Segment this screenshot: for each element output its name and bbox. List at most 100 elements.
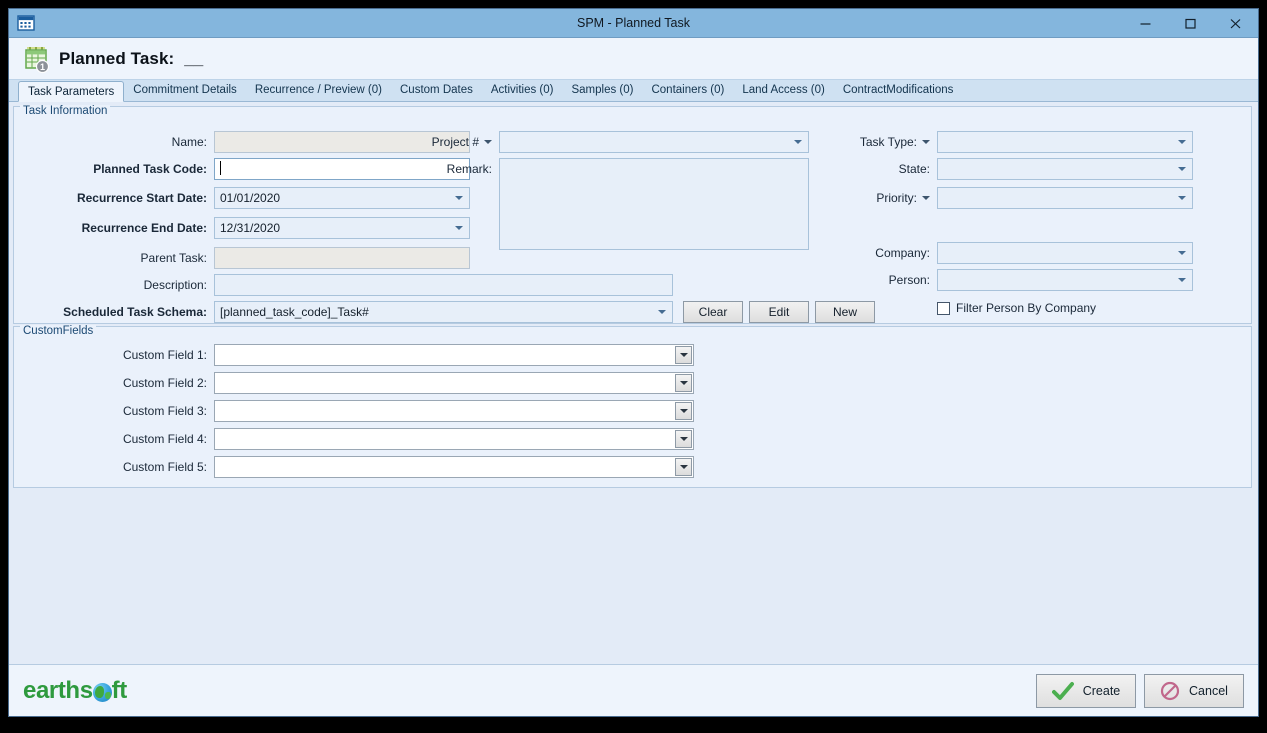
chevron-down-icon[interactable] [658,310,666,314]
minimize-button[interactable] [1123,9,1168,37]
chevron-down-icon[interactable] [484,140,492,144]
form-body: Task Information Name: Planned Task Code… [9,102,1258,664]
logo-text-part2: ft [112,677,127,705]
task-information-group-title: Task Information [20,105,110,118]
chevron-down-icon[interactable] [922,196,930,200]
scheduled-task-schema-label: Scheduled Task Schema: [14,305,214,319]
cancel-button-label: Cancel [1189,684,1228,698]
cancel-button[interactable]: Cancel [1144,674,1244,708]
scheduled-task-schema-value: [planned_task_code]_Task# [220,305,369,319]
chevron-down-icon[interactable] [1178,278,1186,282]
field-row-parent-task: Parent Task: [14,247,470,269]
chevron-down-icon[interactable] [1178,251,1186,255]
custom-field-4-input[interactable] [214,428,694,450]
project-number-input[interactable] [499,131,809,153]
window-title-text: SPM - Planned Task [9,16,1258,30]
custom-field-1-input[interactable] [214,344,694,366]
recurrence-end-date-label: Recurrence End Date: [14,221,214,235]
planned-task-calendar-icon: 1 [21,44,51,74]
field-row-company: Company: [829,242,1193,264]
scheduled-task-schema-input[interactable]: [planned_task_code]_Task# [214,301,673,323]
chevron-down-icon[interactable] [675,402,692,420]
chevron-down-icon[interactable] [1178,167,1186,171]
tab-custom-dates[interactable]: Custom Dates [391,80,482,101]
create-button[interactable]: Create [1036,674,1136,708]
priority-label[interactable]: Priority: [829,191,937,205]
field-row-state: State: [829,158,1193,180]
chevron-down-icon[interactable] [794,140,802,144]
earthsoft-logo: earths ft [23,677,127,705]
close-button[interactable] [1213,9,1258,37]
checkbox-box-icon[interactable] [937,302,950,315]
window-title-bar[interactable]: SPM - Planned Task [9,9,1258,38]
chevron-down-icon[interactable] [675,346,692,364]
state-input[interactable] [937,158,1193,180]
project-number-label-text: Project # [432,135,479,149]
task-type-input[interactable] [937,131,1193,153]
field-row-name: Name: [14,131,470,153]
chevron-down-icon[interactable] [1178,140,1186,144]
tab-contract-modifications[interactable]: ContractModifications [834,80,963,101]
description-input[interactable] [214,274,673,296]
field-row-recurrence-start-date: Recurrence Start Date: 01/01/2020 [14,187,470,209]
field-row-custom-field-2: Custom Field 2: [14,372,694,394]
checkmark-icon [1052,681,1074,701]
logo-text-part1: earths [23,677,93,705]
custom-field-4-label: Custom Field 4: [14,432,214,446]
filter-person-by-company-checkbox[interactable]: Filter Person By Company [937,301,1096,315]
custom-field-3-input[interactable] [214,400,694,422]
chevron-down-icon[interactable] [675,374,692,392]
task-type-label[interactable]: Task Type: [829,135,937,149]
person-input[interactable] [937,269,1193,291]
field-row-custom-field-4: Custom Field 4: [14,428,694,450]
clear-button[interactable]: Clear [683,301,743,323]
name-label: Name: [14,135,214,149]
calendar-icon [17,14,35,32]
page-title: Planned Task: [59,49,174,69]
page-title-value: __ [184,49,203,69]
custom-field-5-input[interactable] [214,456,694,478]
priority-input[interactable] [937,187,1193,209]
tab-commitment-details[interactable]: Commitment Details [124,80,246,101]
custom-field-2-input[interactable] [214,372,694,394]
tab-land-access[interactable]: Land Access (0) [733,80,833,101]
state-label: State: [829,162,937,176]
custom-field-1-label: Custom Field 1: [14,348,214,362]
field-row-custom-field-5: Custom Field 5: [14,456,694,478]
chevron-down-icon[interactable] [675,458,692,476]
recurrence-start-date-label: Recurrence Start Date: [14,191,214,205]
recurrence-end-date-value: 12/31/2020 [220,221,280,235]
tab-recurrence-preview[interactable]: Recurrence / Preview (0) [246,80,391,101]
footer-actions: Create Cancel [1036,674,1244,708]
chevron-down-icon[interactable] [675,430,692,448]
tab-task-parameters[interactable]: Task Parameters [18,81,124,102]
tab-activities[interactable]: Activities (0) [482,80,563,101]
description-label: Description: [14,278,214,292]
maximize-button[interactable] [1168,9,1213,37]
task-information-group: Task Information Name: Planned Task Code… [13,106,1252,324]
parent-task-input[interactable] [214,247,470,269]
filter-person-by-company-label: Filter Person By Company [956,301,1096,315]
chevron-down-icon[interactable] [922,140,930,144]
spm-planned-task-window: SPM - Planned Task [8,8,1259,717]
field-row-scheduled-task-schema: Scheduled Task Schema: [planned_task_cod… [14,301,875,323]
company-input[interactable] [937,242,1193,264]
company-label: Company: [829,246,937,260]
field-row-project-number: Project # [409,131,809,153]
custom-fields-group: CustomFields Custom Field 1: Custom Fiel… [13,326,1252,488]
priority-label-text: Priority: [876,191,917,205]
remark-textarea[interactable] [499,158,809,250]
tab-samples[interactable]: Samples (0) [562,80,642,101]
field-row-description: Description: [14,274,673,296]
page-header: 1 Planned Task: __ [9,38,1258,80]
tab-containers[interactable]: Containers (0) [642,80,733,101]
custom-field-3-label: Custom Field 3: [14,404,214,418]
field-row-filter-person-by-company: Filter Person By Company [829,297,1096,319]
globe-icon [93,683,112,702]
edit-button[interactable]: Edit [749,301,809,323]
project-number-label[interactable]: Project # [409,135,499,149]
custom-field-2-label: Custom Field 2: [14,376,214,390]
chevron-down-icon[interactable] [1178,196,1186,200]
custom-fields-group-title: CustomFields [20,325,96,338]
custom-field-5-label: Custom Field 5: [14,460,214,474]
